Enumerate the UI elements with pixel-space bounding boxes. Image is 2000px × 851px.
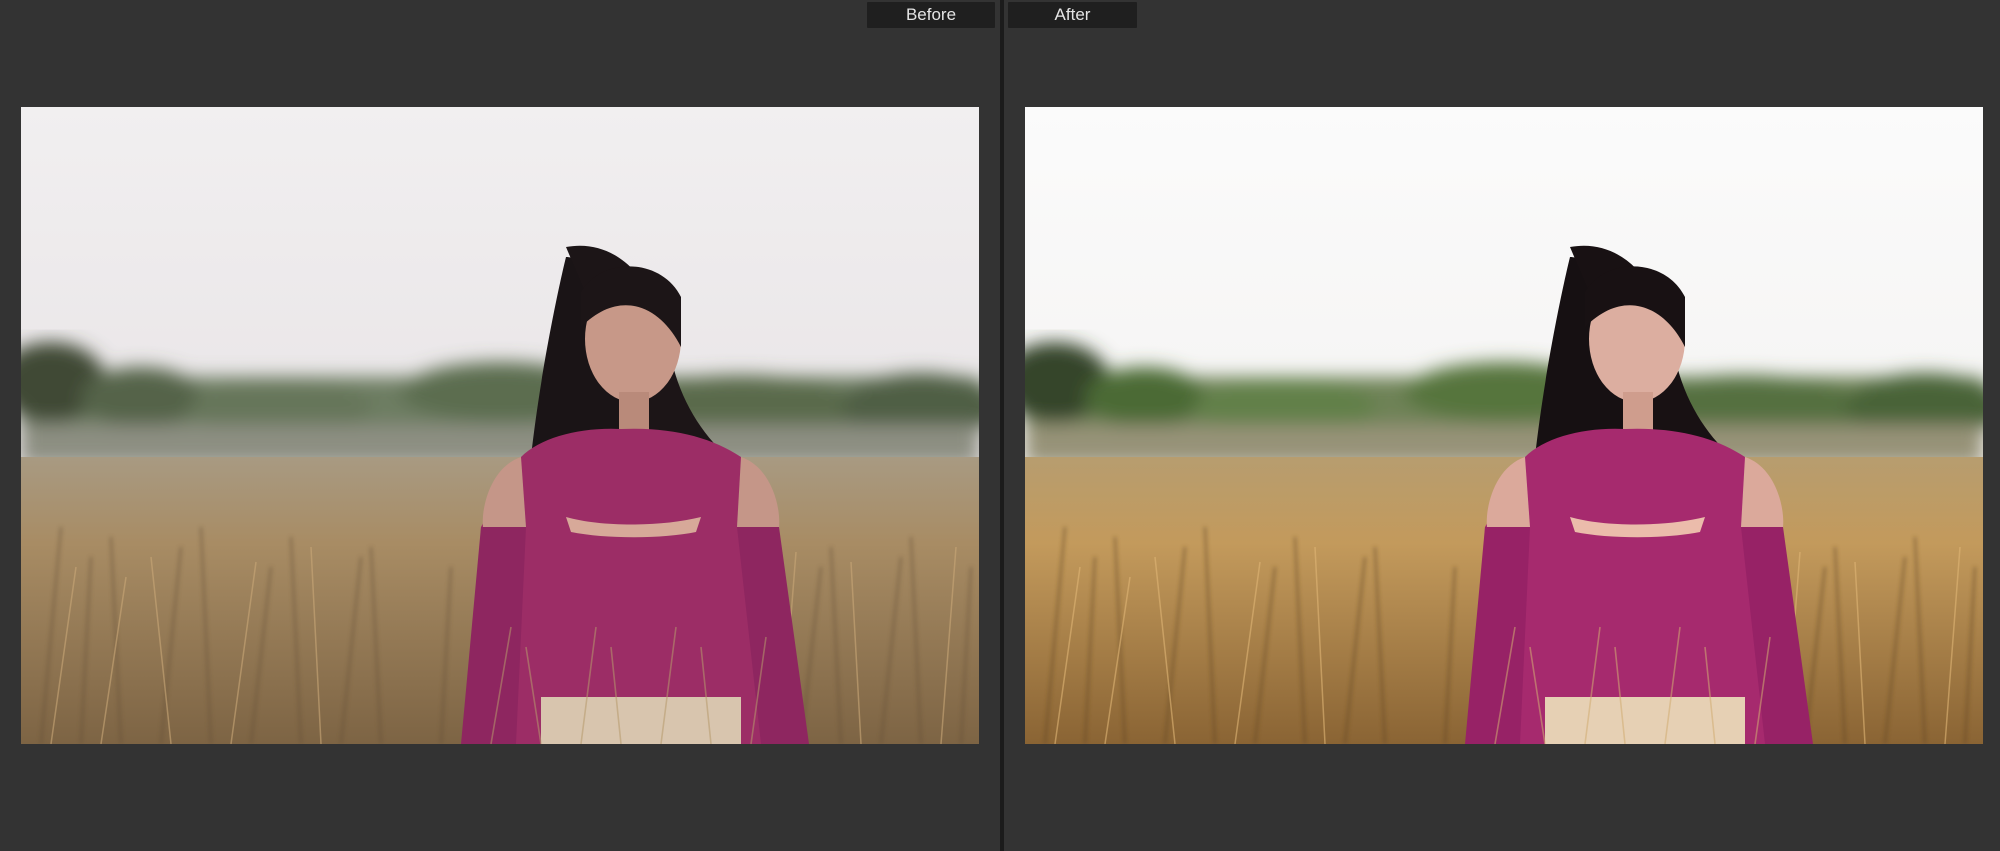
after-photo[interactable] — [1025, 107, 1983, 744]
after-pane[interactable]: After — [1004, 0, 2000, 851]
before-label: Before — [867, 2, 995, 28]
before-photo[interactable] — [21, 107, 979, 744]
after-label: After — [1008, 2, 1137, 28]
before-photo-image — [21, 107, 979, 744]
before-pane[interactable]: Before — [0, 0, 1000, 851]
before-after-compare-view: Before After — [0, 0, 2000, 851]
after-photo-image — [1025, 107, 1983, 744]
